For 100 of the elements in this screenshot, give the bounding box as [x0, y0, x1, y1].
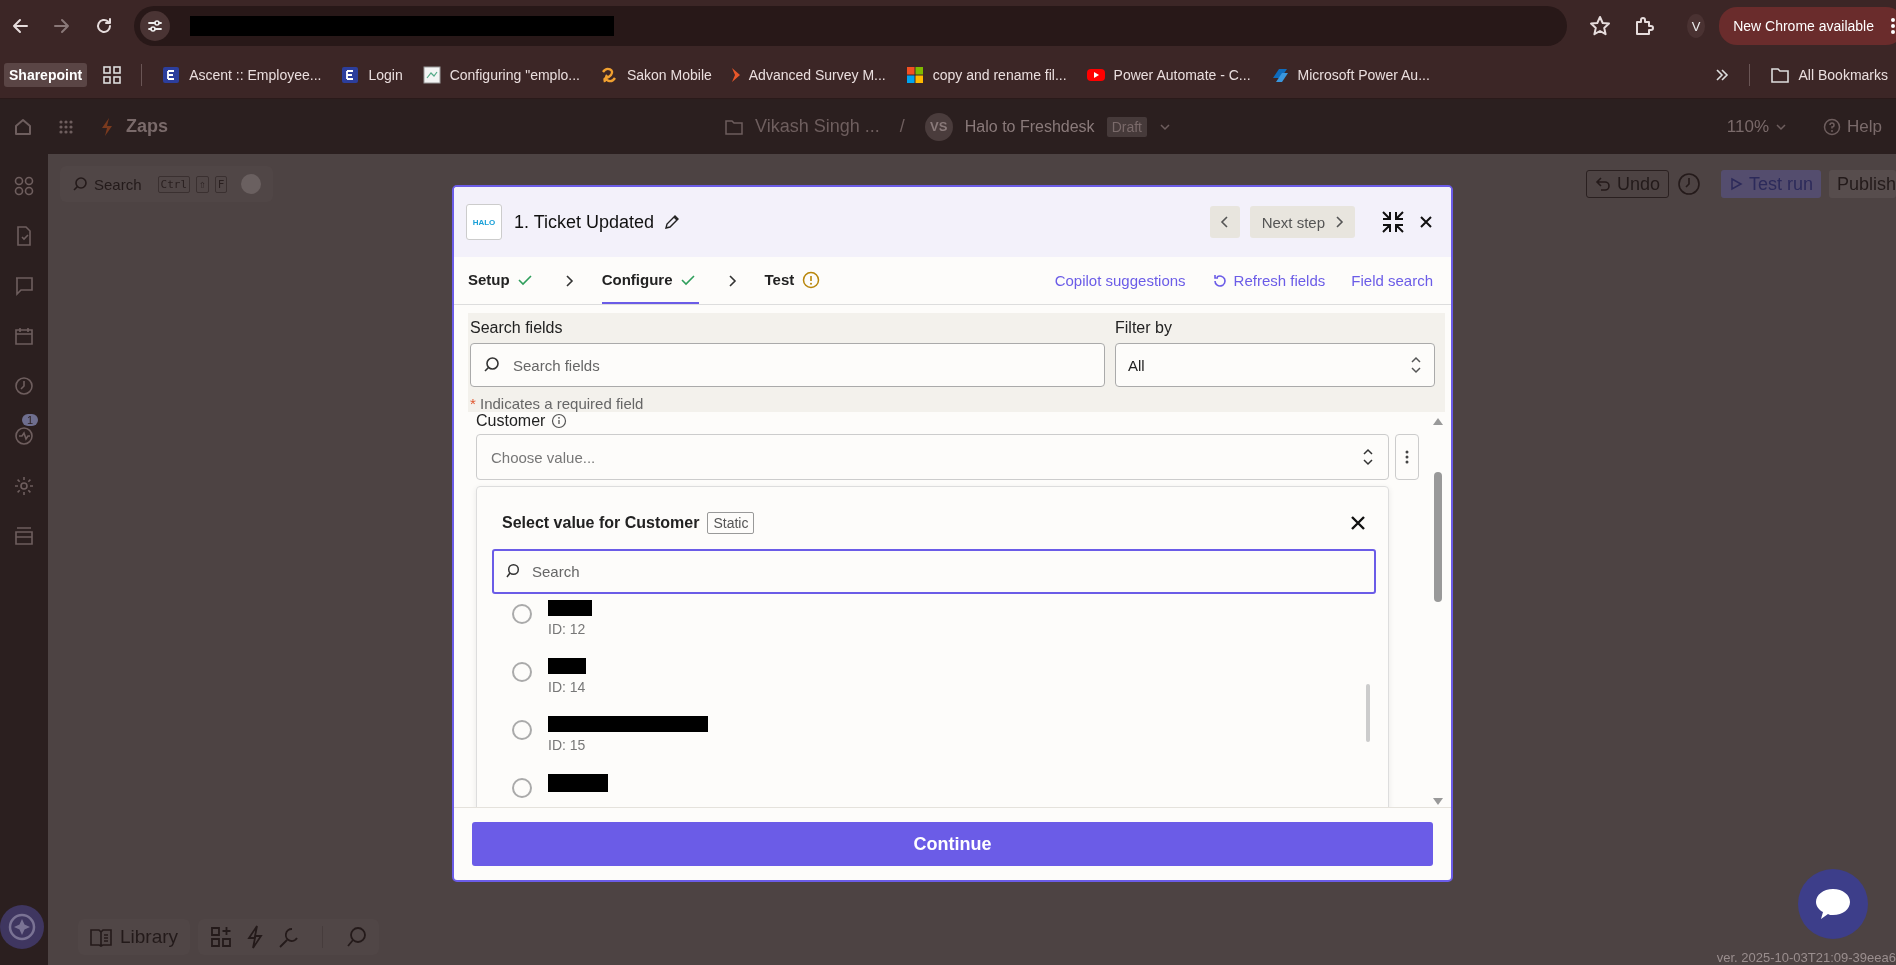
scroll-down-icon	[1432, 797, 1444, 807]
flow-logo-icon	[1270, 66, 1289, 84]
stack-icon[interactable]	[14, 526, 34, 546]
calendar-icon[interactable]	[14, 326, 34, 346]
search-field[interactable]: Search	[492, 549, 1376, 594]
more-options-button[interactable]	[1395, 434, 1419, 480]
option-id: ID: 15	[548, 737, 587, 753]
field-label: Customer	[476, 412, 546, 430]
apps-grid-icon[interactable]	[103, 66, 122, 84]
help-button[interactable]: Help	[1823, 116, 1882, 137]
history-icon[interactable]	[1676, 172, 1701, 196]
dots-grid-icon[interactable]	[58, 118, 74, 135]
play-icon	[1728, 177, 1743, 191]
option-item[interactable]: ID: 12	[512, 598, 1376, 656]
profile-avatar[interactable]: V	[1687, 14, 1706, 38]
back-icon[interactable]	[10, 16, 30, 36]
bookmark-link[interactable]: Sharepoint	[4, 63, 88, 87]
tune-icon	[140, 11, 170, 41]
copilot-icon[interactable]	[0, 905, 44, 949]
radio-button[interactable]	[512, 720, 532, 740]
action-link[interactable]: Field search	[1351, 272, 1433, 289]
search-field[interactable]: Search fields	[470, 343, 1105, 387]
next-step-button[interactable]: Next step	[1249, 206, 1355, 238]
extension-icon[interactable]	[1633, 15, 1655, 37]
radio-button[interactable]	[512, 604, 532, 624]
document-icon[interactable]	[14, 226, 34, 246]
bookmark-link[interactable]: Advanced Survey M...	[731, 67, 886, 83]
bookmark-link[interactable]: Sakon Mobile	[599, 66, 712, 84]
bookmark-link[interactable]: Microsoft Power Au...	[1270, 66, 1430, 84]
chevron-right-icon	[726, 273, 737, 288]
redaction-block	[548, 600, 592, 616]
collapse-icon[interactable]	[1381, 210, 1405, 234]
page-icon	[422, 66, 441, 84]
four-squares-icon	[905, 66, 924, 84]
book-icon	[90, 927, 112, 947]
mode-tag: Static	[707, 512, 755, 534]
chevron-right-icon	[1333, 215, 1345, 229]
step-tab[interactable]: Configure	[601, 257, 699, 304]
previous-step-button[interactable]	[1209, 206, 1240, 238]
page-title: Zaps	[126, 116, 168, 137]
letter-e-icon	[341, 66, 360, 84]
search-icon[interactable]	[345, 926, 368, 948]
option-item[interactable]: ID: 15	[512, 714, 1376, 772]
step-tab[interactable]: Setup	[468, 257, 536, 304]
action-link[interactable]: Copilot suggestions	[1054, 272, 1186, 289]
more-icon[interactable]	[1890, 16, 1896, 36]
action-link[interactable]: Refresh fields	[1211, 272, 1326, 289]
option-item[interactable]: ID: 14	[512, 656, 1376, 714]
step-title: 1. Ticket Updated	[514, 211, 655, 233]
clock-icon[interactable]	[14, 376, 34, 396]
breadcrumb-separator: /	[899, 116, 905, 137]
update-button[interactable]: New Chrome available	[1719, 7, 1896, 45]
kebab-icon	[1405, 450, 1409, 464]
bolt-outline-icon[interactable]	[246, 925, 265, 949]
info-icon[interactable]	[551, 413, 568, 429]
add-widget-icon[interactable]	[210, 926, 233, 948]
settings-icon[interactable]	[14, 476, 34, 496]
home-icon[interactable]	[14, 117, 32, 136]
chat-icon[interactable]	[14, 276, 34, 296]
bookmark-link[interactable]: Ascent :: Employee...	[162, 66, 322, 84]
shortcut-key: ⇧	[196, 175, 209, 193]
chevron-right-icon	[563, 273, 574, 288]
folder-icon	[725, 118, 743, 135]
wrench-icon[interactable]	[278, 926, 301, 948]
radio-button[interactable]	[512, 778, 532, 798]
chat-bubble-icon[interactable]	[1798, 869, 1868, 939]
undo-icon	[1594, 176, 1611, 192]
all-bookmarks-link[interactable]: All Bookmarks	[1769, 66, 1888, 84]
apps-icon[interactable]	[14, 176, 34, 196]
value-select[interactable]: Choose value...	[476, 434, 1389, 480]
bookmark-link[interactable]: copy and rename fil...	[905, 66, 1067, 84]
bookmark-link[interactable]: Configuring "emplo...	[422, 66, 580, 84]
bookmark-link[interactable]: Power Automate - C...	[1086, 66, 1251, 84]
star-icon[interactable]	[1589, 15, 1611, 37]
reload-icon[interactable]	[94, 16, 114, 36]
help-icon	[1823, 117, 1842, 136]
option-id: ID: 12	[548, 621, 587, 637]
filter-select[interactable]: All	[1115, 343, 1435, 387]
play-icon	[1086, 66, 1105, 84]
radio-button[interactable]	[512, 662, 532, 682]
zoom-dropdown[interactable]: 110%	[1726, 116, 1788, 137]
dropdown-title: Select value for Customer	[502, 514, 700, 532]
step-tab[interactable]: Test	[764, 257, 825, 304]
arrow-logo-icon	[731, 68, 740, 82]
sort-arrows-icon	[1410, 356, 1422, 374]
refresh-icon	[1211, 272, 1228, 289]
bookmark-link[interactable]: Login	[341, 66, 403, 84]
required-note: * Indicates a required field	[470, 395, 645, 412]
search-icon	[482, 356, 500, 374]
close-icon[interactable]	[1350, 515, 1366, 531]
continue-button[interactable]: Continue	[472, 822, 1433, 866]
activity-icon[interactable]	[14, 426, 34, 446]
pencil-icon[interactable]	[664, 214, 681, 230]
chevrons-icon[interactable]	[1714, 68, 1729, 82]
zap-name[interactable]: Halo to Freshdesk	[964, 117, 1095, 136]
close-icon[interactable]	[1419, 215, 1433, 229]
option-id: ID: 14	[548, 679, 586, 695]
field-label: Search fields	[470, 319, 564, 337]
forward-icon[interactable]	[52, 16, 72, 36]
circle-icon[interactable]	[241, 174, 262, 194]
